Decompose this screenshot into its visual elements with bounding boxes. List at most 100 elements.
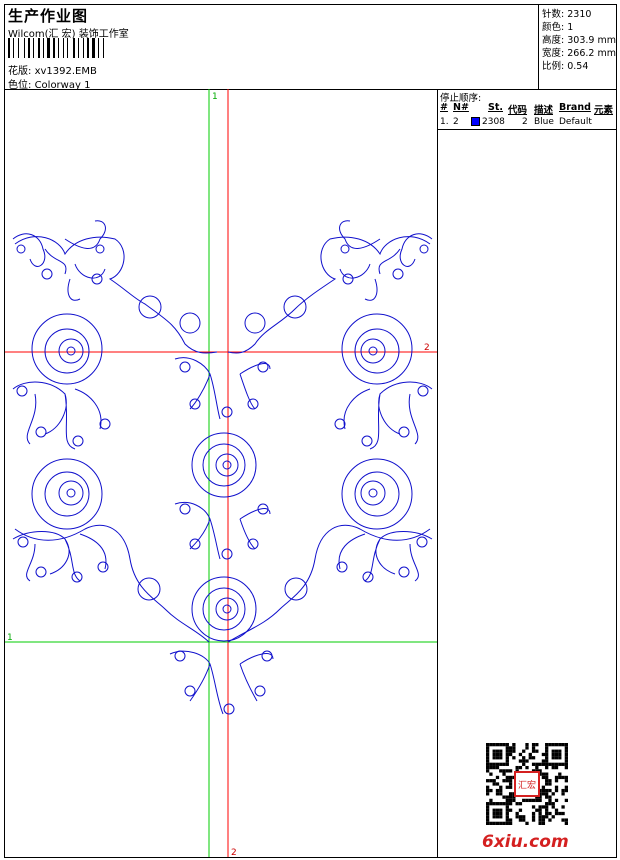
- qr-seal-text: 汇宏: [518, 779, 536, 791]
- spiral-left-upper: [31, 313, 103, 385]
- flourish-top-right: [339, 220, 433, 301]
- row-code: 2: [522, 117, 528, 127]
- barcode-bar: [28, 38, 30, 58]
- loop-center-bottom-1: [174, 650, 186, 662]
- barcode-bar: [63, 38, 64, 58]
- loop-center-mid-3: [221, 548, 233, 560]
- guide-marker-h-right: 2: [424, 343, 430, 353]
- embroidery-preview: 1 2 1 2: [5, 89, 437, 857]
- leaf-cluster-center-bottom: [169, 650, 274, 715]
- loop-right-bottom-1: [416, 536, 428, 548]
- loop-left-mid-2: [35, 426, 47, 438]
- stat-colors: 颜色: 1: [542, 22, 574, 33]
- border-curve-left-top: [14, 236, 218, 354]
- spiral-left-lower: [31, 458, 103, 530]
- loop-top-left-4: [95, 244, 105, 254]
- loop-top-left-1: [16, 244, 26, 254]
- stat-scale: 比例: 0.54: [542, 61, 589, 72]
- loop-top-right-6: [244, 312, 266, 334]
- worksheet-header: 生产作业图 Wilcom(汇 宏) 装饰工作室 花版: xv1392.EMB 色…: [5, 5, 617, 91]
- loop-right-mid-3: [361, 435, 373, 447]
- loop-top-right-3: [342, 273, 354, 285]
- loop-right-mid-2: [398, 426, 410, 438]
- loop-right-bottom-4: [336, 561, 348, 573]
- stat-stitches: 针数: 2310: [542, 9, 592, 20]
- loop-left-bottom-5: [137, 577, 161, 601]
- qr-code: 汇宏: [486, 743, 568, 825]
- leaf-cluster-right-mid: [343, 381, 433, 450]
- barcode-bar: [83, 38, 84, 58]
- col-header-code: 代码: [508, 105, 528, 116]
- loop-left-mid-4: [99, 418, 111, 430]
- leaf-cluster-left-mid: [12, 381, 102, 450]
- barcode-bar: [58, 38, 59, 58]
- border-curve-right-top: [227, 236, 431, 354]
- panel-divider: [438, 129, 616, 130]
- loop-center-bottom-5: [261, 650, 273, 662]
- loop-left-bottom-1: [17, 536, 29, 548]
- loop-right-bottom-3: [362, 571, 374, 583]
- barcode-bar: [67, 38, 68, 58]
- watermark-site: 6xiu.com: [482, 832, 569, 852]
- loop-top-right-5: [283, 295, 307, 319]
- barcode-bar: [53, 38, 55, 58]
- border-curve-left-bottom: [14, 524, 210, 643]
- barcode-bar: [13, 38, 14, 58]
- barcode-bar: [33, 38, 34, 58]
- guide-marker-h-left: 1: [7, 633, 13, 643]
- col-header-stitches: St.: [488, 102, 503, 113]
- barcode-bar: [98, 38, 99, 58]
- loop-center-bottom-2: [184, 685, 196, 697]
- loop-top-right-4: [340, 244, 350, 254]
- loop-center-top-4: [247, 398, 259, 410]
- loop-right-bottom-2: [398, 566, 410, 578]
- design-file-line: 花版: xv1392.EMB: [8, 62, 97, 77]
- spiral-center-upper: [191, 432, 257, 498]
- design-canvas[interactable]: 1 2 1 2: [5, 89, 438, 857]
- loop-left-bottom-3: [71, 571, 83, 583]
- row-description: Blue: [534, 117, 554, 127]
- design-stats: 针数: 2310 颜色: 1 高度: 303.9 mm 宽度: 266.2 mm…: [538, 5, 617, 89]
- spiral-right-lower: [341, 458, 413, 530]
- spiral-center-lower: [191, 576, 257, 642]
- loop-top-right-2: [392, 268, 404, 280]
- barcode-bar: [87, 38, 89, 58]
- qr-code-image: 汇宏: [486, 743, 568, 825]
- loop-left-mid-1: [16, 385, 28, 397]
- loop-top-left-3: [91, 273, 103, 285]
- barcode-bar: [103, 38, 104, 58]
- spiral-right-upper: [341, 313, 413, 385]
- col-header-index: #: [440, 102, 448, 113]
- loop-right-mid-1: [417, 385, 429, 397]
- guide-marker-v-bottom: 2: [231, 848, 237, 857]
- loop-right-mid-4: [334, 418, 346, 430]
- loop-top-right-1: [419, 244, 429, 254]
- stop-sequence-panel: 停止顺序: # N# St. 代码 描述 Brand 元素 1. 2 2308 …: [438, 89, 616, 857]
- row-index: 1.: [440, 117, 449, 127]
- barcode-bar: [18, 38, 19, 58]
- col-header-brand: Brand: [559, 102, 591, 113]
- loop-center-top-3: [221, 406, 233, 418]
- barcode-bar: [92, 38, 95, 58]
- loop-center-mid-1: [179, 503, 191, 515]
- loop-left-bottom-2: [35, 566, 47, 578]
- barcode-bar: [47, 38, 50, 58]
- barcode-bar: [73, 38, 75, 58]
- barcode-bar: [8, 38, 10, 58]
- row-stitches: 2308: [482, 117, 505, 127]
- color-swatch: [471, 117, 480, 126]
- loop-left-mid-3: [72, 435, 84, 447]
- loop-center-top-2: [189, 398, 201, 410]
- page-title: 生产作业图: [8, 7, 89, 25]
- loop-center-bottom-3: [223, 703, 235, 715]
- col-header-needle: N#: [453, 102, 469, 113]
- loop-top-left-2: [41, 268, 53, 280]
- production-worksheet: 生产作业图 Wilcom(汇 宏) 装饰工作室 花版: xv1392.EMB 色…: [4, 4, 617, 858]
- loop-top-left-5: [138, 295, 162, 319]
- stat-width: 宽度: 266.2 mm: [542, 48, 616, 59]
- loop-top-left-6: [179, 312, 201, 334]
- loop-center-top-1: [179, 361, 191, 373]
- col-header-description: 描述: [534, 105, 554, 116]
- stat-height: 高度: 303.9 mm: [542, 35, 616, 46]
- flourish-top-left: [12, 220, 106, 301]
